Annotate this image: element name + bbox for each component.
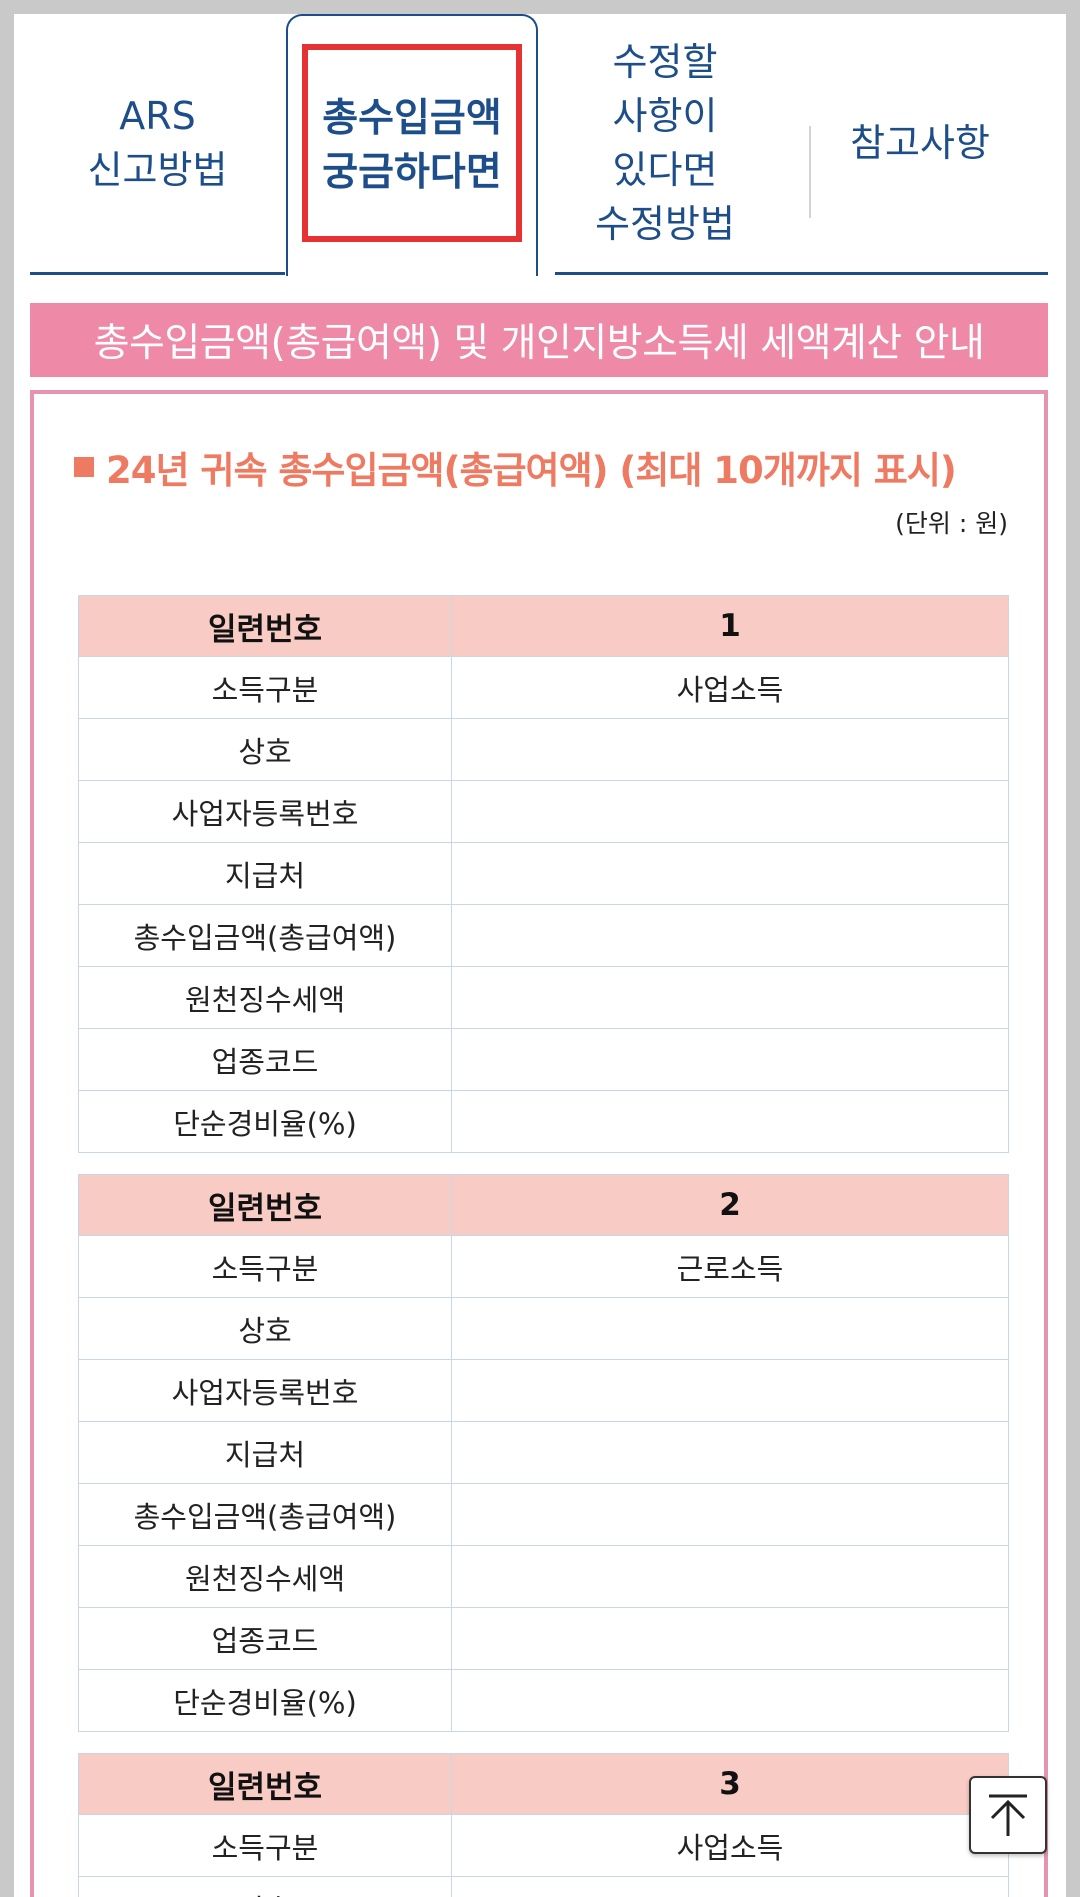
withholding-value xyxy=(451,1545,1009,1608)
tab-underline xyxy=(30,272,285,275)
company-label: 상호 xyxy=(78,1297,452,1360)
unit-label: (단위 : 원) xyxy=(895,509,1008,538)
table-row: 사업자등록번호 xyxy=(78,780,1009,843)
income-table: 일련번호 1 소득구분 사업소득 상호 사업자등록번호 지급처 총수입금액(총급… xyxy=(78,595,1009,1153)
tab-label: 참고사항 xyxy=(850,121,990,165)
payer-label: 지급처 xyxy=(78,1421,452,1484)
expense-rate-value xyxy=(451,1090,1009,1153)
table-row: 상호 xyxy=(78,718,1009,781)
serial-value: 1 xyxy=(451,595,1009,657)
income-type-value: 근로소득 xyxy=(451,1235,1009,1298)
table-row: 상호 xyxy=(78,1876,1009,1897)
banner-text: 총수입금액(총급여액) 및 개인지방소득세 세액계산 안내 xyxy=(93,321,985,366)
tab-label: 총수입금액 궁금하다면 xyxy=(322,96,502,195)
serial-label: 일련번호 xyxy=(78,1753,452,1815)
industry-code-label: 업종코드 xyxy=(78,1028,452,1091)
industry-code-value xyxy=(451,1028,1009,1091)
withholding-label: 원천징수세액 xyxy=(78,1545,452,1608)
table-row: 단순경비율(%) xyxy=(78,1090,1009,1153)
section-title-text: 24년 귀속 총수입금액(총급여액) (최대 10개까지 표시) xyxy=(106,449,957,492)
income-type-label: 소득구분 xyxy=(78,1814,452,1877)
table-row: 원천징수세액 xyxy=(78,1545,1009,1608)
serial-value: 3 xyxy=(451,1753,1009,1815)
table-row: 사업자등록번호 xyxy=(78,1359,1009,1422)
table-row: 일련번호 2 xyxy=(78,1174,1009,1236)
table-row: 지급처 xyxy=(78,842,1009,905)
square-bullet-icon xyxy=(74,457,94,477)
tab-notes[interactable]: 참고사항 xyxy=(792,14,1048,272)
page: ARS 신고방법 총수입금액 궁금하다면 수정할 사항이 있다면 수정방법 참고… xyxy=(14,14,1066,1897)
table-row: 업종코드 xyxy=(78,1028,1009,1091)
withholding-label: 원천징수세액 xyxy=(78,966,452,1029)
business-no-value xyxy=(451,780,1009,843)
industry-code-label: 업종코드 xyxy=(78,1607,452,1670)
arrow-up-icon xyxy=(989,1794,1027,1836)
expense-rate-label: 단순경비율(%) xyxy=(78,1090,452,1153)
income-type-label: 소득구분 xyxy=(78,656,452,719)
tab-bar: ARS 신고방법 총수입금액 궁금하다면 수정할 사항이 있다면 수정방법 참고… xyxy=(30,14,1048,276)
income-type-value: 사업소득 xyxy=(451,1814,1009,1877)
serial-label: 일련번호 xyxy=(78,595,452,657)
content-box: 24년 귀속 총수입금액(총급여액) (최대 10개까지 표시) (단위 : 원… xyxy=(30,390,1048,1897)
table-row: 소득구분 근로소득 xyxy=(78,1235,1009,1298)
business-no-label: 사업자등록번호 xyxy=(78,1359,452,1422)
company-label: 상호 xyxy=(78,718,452,781)
info-banner: 총수입금액(총급여액) 및 개인지방소득세 세액계산 안내 xyxy=(30,303,1048,377)
section-title: 24년 귀속 총수입금액(총급여액) (최대 10개까지 표시) xyxy=(74,440,957,494)
total-income-label: 총수입금액(총급여액) xyxy=(78,1483,452,1546)
withholding-value xyxy=(451,966,1009,1029)
payer-label: 지급처 xyxy=(78,842,452,905)
payer-value xyxy=(451,842,1009,905)
company-value xyxy=(451,1297,1009,1360)
business-no-value xyxy=(451,1359,1009,1422)
tab-correction[interactable]: 수정할 사항이 있다면 수정방법 xyxy=(538,14,792,272)
total-income-label: 총수입금액(총급여액) xyxy=(78,904,452,967)
income-type-value: 사업소득 xyxy=(451,656,1009,719)
total-income-value xyxy=(451,1483,1009,1546)
table-row: 업종코드 xyxy=(78,1607,1009,1670)
table-row: 일련번호 1 xyxy=(78,595,1009,657)
table-row: 소득구분 사업소득 xyxy=(78,1814,1009,1877)
table-row: 일련번호 3 xyxy=(78,1753,1009,1815)
income-table: 일련번호 2 소득구분 근로소득 상호 사업자등록번호 지급처 총수입금액(총급… xyxy=(78,1174,1009,1732)
serial-value: 2 xyxy=(451,1174,1009,1236)
scroll-to-top-button[interactable] xyxy=(969,1776,1047,1854)
payer-value xyxy=(451,1421,1009,1484)
serial-label: 일련번호 xyxy=(78,1174,452,1236)
tab-total-income[interactable]: 총수입금액 궁금하다면 xyxy=(286,14,538,276)
tab-underline xyxy=(555,272,1048,275)
expense-rate-value xyxy=(451,1669,1009,1732)
table-row: 지급처 xyxy=(78,1421,1009,1484)
table-row: 단순경비율(%) xyxy=(78,1669,1009,1732)
table-row: 총수입금액(총급여액) xyxy=(78,904,1009,967)
company-label: 상호 xyxy=(78,1876,452,1897)
business-no-label: 사업자등록번호 xyxy=(78,780,452,843)
table-row: 총수입금액(총급여액) xyxy=(78,1483,1009,1546)
table-row: 소득구분 사업소득 xyxy=(78,656,1009,719)
industry-code-value xyxy=(451,1607,1009,1670)
table-row: 원천징수세액 xyxy=(78,966,1009,1029)
company-value xyxy=(451,718,1009,781)
tab-label: 수정할 사항이 있다면 수정방법 xyxy=(595,40,735,246)
expense-rate-label: 단순경비율(%) xyxy=(78,1669,452,1732)
tab-label: ARS 신고방법 xyxy=(87,94,228,192)
income-table: 일련번호 3 소득구분 사업소득 상호 xyxy=(78,1753,1009,1897)
company-value xyxy=(451,1876,1009,1897)
income-type-label: 소득구분 xyxy=(78,1235,452,1298)
tab-ars-report[interactable]: ARS 신고방법 xyxy=(30,14,285,272)
total-income-value xyxy=(451,904,1009,967)
table-row: 상호 xyxy=(78,1297,1009,1360)
